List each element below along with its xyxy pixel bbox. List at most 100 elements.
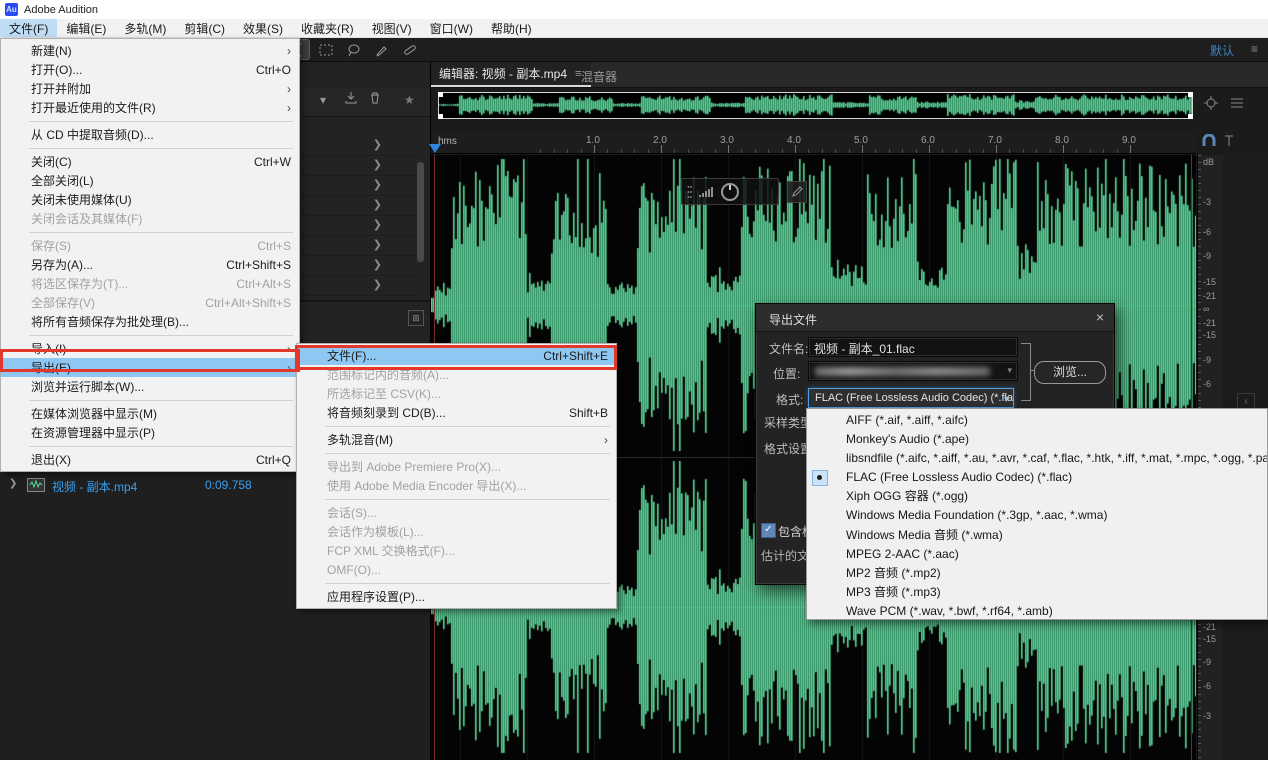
- format-option-4[interactable]: FLAC (Free Lossless Audio Codec) (*.flac…: [807, 468, 1267, 487]
- grid-view-icon[interactable]: ⊞: [408, 310, 424, 326]
- export-submenu-item-11[interactable]: 会话(S)...: [297, 503, 616, 522]
- tab-editor[interactable]: 编辑器: 视频 - 副本.mp4 ≡: [431, 62, 592, 87]
- file-menu-item-17[interactable]: 将所有音频保存为批处理(B)...: [1, 312, 299, 331]
- ruler-minor-tick: [888, 149, 890, 153]
- file-menu-item-9[interactable]: 全部关闭(L): [1, 171, 299, 190]
- workspace-selector[interactable]: 默认: [1210, 42, 1234, 59]
- file-menu-item-19[interactable]: 导入(I) ›: [1, 339, 299, 358]
- menubar-item-4[interactable]: 剪辑(C): [175, 19, 234, 37]
- file-menu-item-1[interactable]: 新建(N) ›: [1, 41, 299, 60]
- include-markers-checkbox[interactable]: ✓: [761, 523, 776, 538]
- export-submenu-item-8[interactable]: 导出到 Adobe Premiere Pro(X)...: [297, 457, 616, 476]
- export-submenu-item-1[interactable]: 文件(F)... Ctrl+Shift+E: [297, 346, 616, 365]
- paintbrush-selection-tool[interactable]: [371, 40, 393, 59]
- export-submenu-item-13[interactable]: FCP XML 交换格式(F)...: [297, 541, 616, 560]
- format-option-8[interactable]: MPEG 2-AAC (*.aac): [807, 545, 1267, 564]
- export-submenu-item-14[interactable]: OMF(O)...: [297, 560, 616, 579]
- menu-item-label: 新建(N): [31, 44, 72, 58]
- list-options-icon[interactable]: [1229, 95, 1245, 116]
- volume-hud[interactable]: [681, 178, 779, 205]
- marquee-selection-tool[interactable]: [315, 40, 337, 59]
- export-submenu-item-2[interactable]: 范围标记内的音频(A)...: [297, 365, 616, 384]
- favorites-star-icon[interactable]: ★: [404, 93, 415, 107]
- format-option-label: AIFF (*.aif, *.aiff, *.aifc): [846, 413, 968, 427]
- overview-handle[interactable]: [438, 114, 443, 119]
- panel-scrollbar[interactable]: [417, 162, 424, 262]
- overview-handle[interactable]: [438, 92, 443, 97]
- trash-icon[interactable]: [368, 91, 382, 108]
- close-icon[interactable]: ×: [1096, 309, 1104, 325]
- menu-item-label: 应用程序设置(P)...: [327, 590, 425, 604]
- menubar-item-1[interactable]: 文件(F): [0, 19, 58, 37]
- menu-item-label: 打开并附加: [31, 82, 92, 96]
- location-dropdown-icon[interactable]: ▾: [1007, 365, 1012, 376]
- menu-separator: [1, 396, 299, 404]
- menubar-item-6[interactable]: 收藏夹(R): [292, 19, 363, 37]
- export-submenu-item-9[interactable]: 使用 Adobe Media Encoder 导出(X)...: [297, 476, 616, 495]
- menu-item-shortcut: Ctrl+Alt+Shift+S: [205, 295, 291, 310]
- file-menu-item-23[interactable]: 在媒体浏览器中显示(M): [1, 404, 299, 423]
- file-menu-item-16[interactable]: 全部保存(V) Ctrl+Alt+Shift+S: [1, 293, 299, 312]
- dialog-title-bar[interactable]: 导出文件 ×: [756, 304, 1114, 332]
- file-menu-item-14[interactable]: 另存为(A)... Ctrl+Shift+S: [1, 255, 299, 274]
- keyframe-edit-box[interactable]: [787, 181, 807, 203]
- menubar-item-2[interactable]: 编辑(E): [57, 19, 115, 37]
- format-option-1[interactable]: AIFF (*.aif, *.aiff, *.aifc): [807, 411, 1267, 430]
- format-option-5[interactable]: Xiph OGG 容器 (*.ogg): [807, 487, 1267, 506]
- file-menu-item-3[interactable]: 打开并附加 ›: [1, 79, 299, 98]
- file-menu-item-8[interactable]: 关闭(C) Ctrl+W: [1, 152, 299, 171]
- file-menu-item-11[interactable]: 关闭会话及其媒体(F): [1, 209, 299, 228]
- lasso-selection-tool[interactable]: [343, 40, 365, 59]
- menubar-item-7[interactable]: 视图(V): [363, 19, 421, 37]
- spot-healing-brush-tool[interactable]: [399, 40, 421, 59]
- file-menu-item-26[interactable]: 退出(X) Ctrl+Q: [1, 450, 299, 469]
- format-option-10[interactable]: MP3 音频 (*.mp3): [807, 583, 1267, 602]
- marker-pin-icon[interactable]: [1223, 134, 1235, 153]
- export-submenu-item-4[interactable]: 将音频刻录到 CD(B)... Shift+B: [297, 403, 616, 422]
- menubar-item-8[interactable]: 窗口(W): [421, 19, 482, 37]
- tab-mixer[interactable]: 混音器: [581, 68, 617, 85]
- browse-button[interactable]: 浏览...: [1034, 361, 1106, 384]
- waveform-overview[interactable]: [438, 92, 1193, 119]
- overview-handle[interactable]: [1188, 92, 1193, 97]
- export-submenu-item-6[interactable]: 多轨混音(M) ›: [297, 430, 616, 449]
- file-menu-item-10[interactable]: 关闭未使用媒体(U): [1, 190, 299, 209]
- field-group-bracket-stub: [1030, 370, 1035, 371]
- expand-chevron-icon[interactable]: ❯: [9, 478, 17, 489]
- menubar-item-9[interactable]: 帮助(H): [482, 19, 541, 37]
- menubar-item-3[interactable]: 多轨(M): [115, 19, 175, 37]
- export-submenu-item-16[interactable]: 应用程序设置(P)...: [297, 587, 616, 606]
- preset-dropdown-icon[interactable]: ▾: [320, 93, 326, 107]
- import-icon[interactable]: [344, 91, 358, 108]
- file-menu-item-13[interactable]: 保存(S) Ctrl+S: [1, 236, 299, 255]
- tab-editor-label: 编辑器: 视频 - 副本.mp4: [439, 67, 568, 81]
- format-option-7[interactable]: Windows Media 音频 (*.wma): [807, 526, 1267, 545]
- playhead-marker-icon[interactable]: [429, 144, 441, 153]
- file-menu-item-6[interactable]: 从 CD 中提取音频(D)...: [1, 125, 299, 144]
- file-menu-item-21[interactable]: 浏览并运行脚本(W)...: [1, 377, 299, 396]
- file-menu-item-15[interactable]: 将选区保存为(T)... Ctrl+Alt+S: [1, 274, 299, 293]
- format-option-6[interactable]: Windows Media Foundation (*.3gp, *.aac, …: [807, 506, 1267, 525]
- file-menu-item-4[interactable]: 打开最近使用的文件(R) ›: [1, 98, 299, 117]
- file-menu-item-20[interactable]: 导出(E) ›: [1, 358, 299, 377]
- export-submenu-item-3[interactable]: 所选标记至 CSV(K)...: [297, 384, 616, 403]
- zoom-options-icon[interactable]: [1203, 95, 1219, 116]
- timeline-ruler[interactable]: hms 1.0 2.0 3.0 4.0 5.0 6.0 7.0 8.0 9.0: [431, 133, 1196, 154]
- menu-item-label: 全部保存(V): [31, 296, 95, 310]
- format-dropdown[interactable]: FLAC (Free Lossless Audio Codec) (*.flac…: [808, 388, 1014, 408]
- filename-input[interactable]: 视频 - 副本_01.flac: [808, 337, 1018, 357]
- menubar-item-5[interactable]: 效果(S): [234, 19, 292, 37]
- format-option-11[interactable]: Wave PCM (*.wav, *.bwf, *.rf64, *.amb): [807, 602, 1267, 621]
- location-input[interactable]: ▾: [808, 361, 1018, 381]
- export-submenu-item-12[interactable]: 会话作为模板(L)...: [297, 522, 616, 541]
- ruler-minor-tick: [647, 149, 649, 153]
- file-menu-item-2[interactable]: 打开(O)... Ctrl+O: [1, 60, 299, 79]
- menu-item-label: 范围标记内的音频(A)...: [327, 368, 449, 382]
- format-option-3[interactable]: libsndfile (*.aifc, *.aiff, *.au, *.avr,…: [807, 449, 1267, 468]
- overview-handle[interactable]: [1188, 114, 1193, 119]
- snap-icon[interactable]: [1201, 133, 1217, 153]
- file-menu-item-24[interactable]: 在资源管理器中显示(P): [1, 423, 299, 442]
- format-option-2[interactable]: Monkey's Audio (*.ape): [807, 430, 1267, 449]
- workspace-menu-icon[interactable]: ≡: [1251, 42, 1258, 56]
- format-option-9[interactable]: MP2 音频 (*.mp2): [807, 564, 1267, 583]
